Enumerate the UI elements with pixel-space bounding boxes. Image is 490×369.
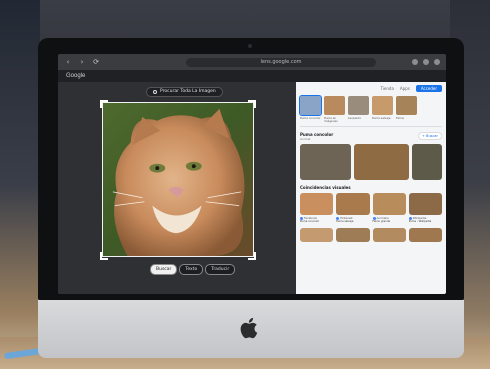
suggestion-caption-2: Leopardo — [348, 116, 362, 120]
mode-search-button[interactable]: Buscar — [150, 264, 178, 275]
crop-handle-top-left[interactable] — [100, 100, 108, 108]
tabs-icon[interactable] — [423, 59, 429, 65]
suggestion-caption-4: Felino — [396, 116, 405, 120]
mode-switch: Buscar Texto Traducir — [150, 264, 236, 275]
visual-match-card[interactable]: Wikipedia Puma - Wikipedia — [408, 193, 442, 224]
visual-match-title: Felino grande — [372, 220, 391, 224]
mode-text-button[interactable]: Texto — [179, 264, 204, 275]
shop-link[interactable]: Tienda — [381, 86, 394, 91]
webcam-icon — [248, 44, 252, 48]
browser-toolbar: ‹ › ⟳ lens.google.com — [58, 54, 446, 70]
lens-icon — [153, 90, 157, 94]
visual-match-title: Puma - Wikipedia — [408, 220, 432, 224]
apple-logo-icon — [240, 317, 258, 339]
visual-match-card[interactable]: Facebook Puma concolor — [300, 193, 334, 224]
suggestion-chip-0[interactable] — [299, 95, 322, 116]
suggestion-caption-1: Puma en imágenes — [324, 116, 338, 124]
visual-match-thumbnail — [300, 193, 334, 216]
suggestion-chip-2[interactable] — [348, 96, 369, 115]
visual-match-thumbnail — [408, 193, 442, 216]
visual-match-card[interactable]: Animalia Felino grande — [372, 193, 406, 224]
visual-match-title: Puma concolor — [300, 220, 320, 224]
more-result-thumbnail[interactable] — [300, 228, 334, 243]
suggestion-caption-0: Puma concolor — [300, 116, 321, 120]
related-image-0[interactable] — [300, 144, 351, 181]
apps-link[interactable]: Apps — [400, 86, 410, 91]
room-background-left — [0, 0, 40, 369]
share-icon[interactable] — [412, 59, 418, 65]
visual-match-thumbnail — [336, 193, 370, 216]
forward-button[interactable]: › — [78, 58, 86, 66]
cougar-photo — [103, 103, 253, 256]
more-result-thumbnail[interactable] — [336, 228, 370, 243]
results-header: Tienda Apps Acceder — [296, 82, 446, 94]
crop-handle-bottom-left[interactable] — [100, 252, 108, 260]
more-results-row — [296, 226, 446, 244]
search-pill-label: Procurar Toda La Imagen — [160, 89, 216, 94]
suggestion-chips — [296, 94, 446, 117]
back-button[interactable]: ‹ — [64, 58, 72, 66]
crop-selection[interactable] — [102, 102, 254, 257]
related-image-2[interactable] — [412, 144, 442, 181]
imac-computer: ‹ › ⟳ lens.google.com Google Procurar To… — [38, 38, 464, 358]
address-bar[interactable]: lens.google.com — [186, 57, 376, 67]
suggestion-chip-1[interactable] — [324, 96, 345, 115]
page-header: Google — [58, 70, 446, 82]
suggestion-chip-4[interactable] — [396, 96, 417, 115]
suggestion-caption-3: Puma salvaje — [372, 116, 391, 120]
divider — [300, 126, 442, 128]
related-images — [296, 141, 446, 183]
results-pane: Tienda Apps Acceder Puma concolor Puma en… — [296, 82, 446, 294]
lens-content: Procurar Toda La Imagen Buscar Texto Tra… — [58, 82, 446, 294]
related-image-1[interactable] — [354, 144, 410, 181]
image-pane: Procurar Toda La Imagen Buscar Texto Tra… — [58, 82, 296, 294]
menu-icon[interactable] — [434, 59, 440, 65]
search-action-button[interactable]: + Buscar — [418, 132, 442, 141]
more-result-thumbnail[interactable] — [408, 228, 442, 243]
visual-match-thumbnail — [372, 193, 406, 216]
visual-matches-grid: Facebook Puma concolor Pinterest Puma salva… — [296, 190, 446, 226]
visual-match-card[interactable]: Pinterest Puma salvaje — [336, 193, 370, 224]
crop-handle-bottom-right[interactable] — [248, 252, 256, 260]
reload-button[interactable]: ⟳ — [92, 58, 100, 66]
search-whole-image-button[interactable]: Procurar Toda La Imagen — [146, 87, 223, 97]
more-result-thumbnail[interactable] — [372, 228, 406, 243]
mode-translate-button[interactable]: Traducir — [205, 264, 236, 275]
login-button[interactable]: Acceder — [415, 84, 442, 92]
monitor-chin — [38, 300, 464, 358]
crop-handle-top-right[interactable] — [248, 100, 256, 108]
monitor-bezel: ‹ › ⟳ lens.google.com Google Procurar To… — [38, 38, 464, 300]
visual-matches-title: Coincidencias visuales — [300, 185, 351, 191]
browser-actions — [412, 59, 440, 65]
suggestion-chip-3[interactable] — [372, 96, 393, 115]
visual-match-title: Puma salvaje — [336, 220, 354, 224]
suggestion-captions: Puma concolor Puma en imágenes Leopardo Pum… — [296, 116, 446, 124]
screen: ‹ › ⟳ lens.google.com Google Procurar To… — [58, 54, 446, 294]
google-logo[interactable]: Google — [66, 73, 85, 79]
